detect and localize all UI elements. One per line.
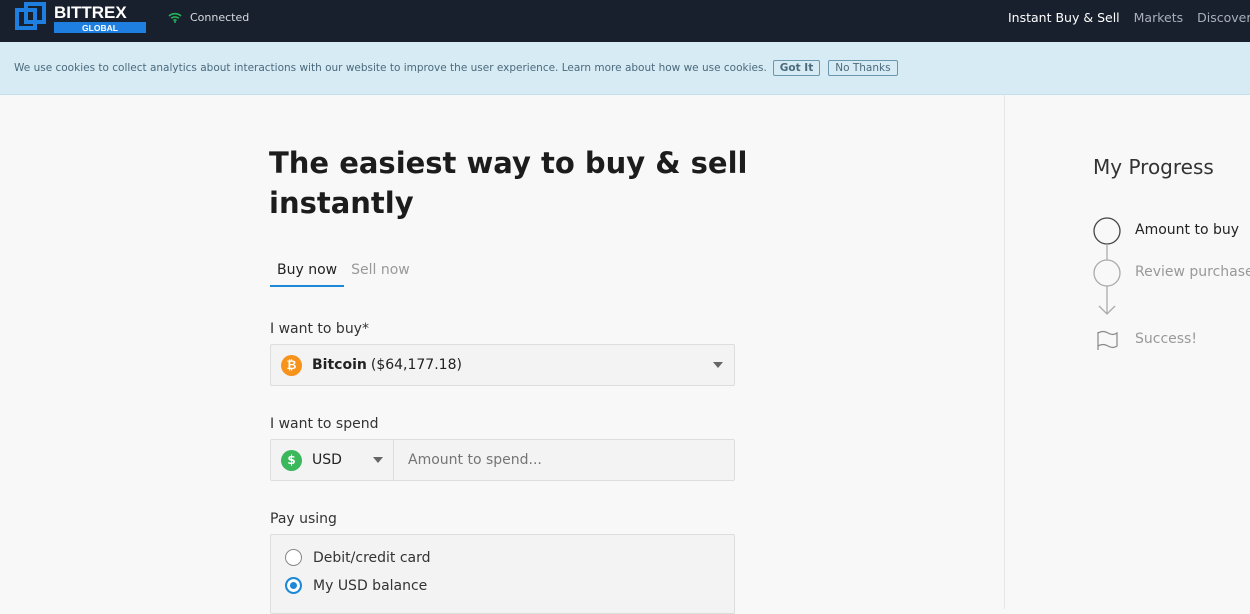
buy-sell-tabs: Buy now Sell now <box>270 260 417 287</box>
pay-label: Pay using <box>270 511 337 527</box>
step-circle-active <box>1093 217 1121 245</box>
radio-button-selected[interactable] <box>285 577 302 594</box>
currency-select[interactable]: $ USD <box>271 440 394 480</box>
amount-input[interactable] <box>394 440 734 480</box>
bittrex-logo[interactable]: BITTREX GLOBAL <box>14 2 149 38</box>
tab-sell-now[interactable]: Sell now <box>344 260 417 287</box>
nav-instant-buy-sell[interactable]: Instant Buy & Sell <box>1008 10 1120 25</box>
chevron-down-icon <box>373 457 383 463</box>
cookie-banner: We use cookies to collect analytics abou… <box>0 42 1250 95</box>
pay-option-usd-balance[interactable]: My USD balance <box>285 577 427 594</box>
spend-label: I want to spend <box>270 416 379 432</box>
connection-status: Connected <box>168 11 249 24</box>
flag-icon <box>1097 330 1118 350</box>
progress-track <box>1093 217 1121 350</box>
pay-option-card[interactable]: Debit/credit card <box>285 549 431 566</box>
wifi-icon <box>168 12 182 23</box>
step-review: Review purchase <box>1135 264 1250 280</box>
cookie-text: We use cookies to collect analytics abou… <box>14 62 767 74</box>
got-it-button[interactable]: Got It <box>772 60 821 76</box>
asset-price: ($64,177.18) <box>370 357 462 373</box>
asset-name: Bitcoin <box>312 357 367 373</box>
radio-button[interactable] <box>285 549 302 566</box>
no-thanks-button[interactable]: No Thanks <box>828 60 898 76</box>
tab-buy-now[interactable]: Buy now <box>270 260 345 287</box>
payment-options: Debit/credit card My USD balance <box>270 534 735 614</box>
svg-text:GLOBAL: GLOBAL <box>82 23 118 33</box>
step-amount: Amount to buy <box>1135 222 1240 238</box>
bitcoin-icon: ₿ <box>281 354 302 376</box>
spend-group: $ USD <box>270 439 735 481</box>
nav-markets[interactable]: Markets <box>1134 10 1183 25</box>
chevron-down-icon <box>713 362 723 368</box>
dollar-icon: $ <box>281 449 302 471</box>
currency-value: USD <box>312 452 342 468</box>
svg-text:BITTREX: BITTREX <box>54 3 127 22</box>
top-nav: BITTREX GLOBAL Connected Instant Buy & S… <box>0 0 1250 42</box>
step-circle <box>1093 259 1121 287</box>
asset-select[interactable]: ₿ Bitcoin ($64,177.18) <box>270 344 735 386</box>
step-success: Success! <box>1135 331 1197 347</box>
progress-title: My Progress <box>1093 155 1214 179</box>
nav-discover[interactable]: Discover <box>1197 10 1250 25</box>
page-title: The easiest way to buy & sell instantly <box>269 146 748 220</box>
buy-label: I want to buy* <box>270 321 369 337</box>
